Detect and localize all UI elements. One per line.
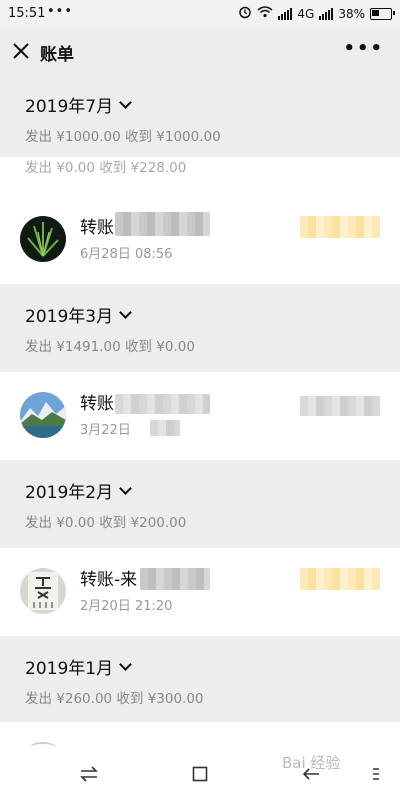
chevron-down-icon	[119, 482, 132, 495]
transaction-title: 转账	[80, 394, 114, 414]
status-indicators: 4G 38%	[238, 5, 395, 22]
redacted-name	[115, 394, 210, 414]
home-icon[interactable]	[192, 766, 208, 787]
close-icon[interactable]	[10, 40, 32, 62]
status-more-dots: •••	[47, 4, 74, 19]
signal-icon	[278, 7, 293, 20]
transaction-item[interactable]: 转账 3月22日	[0, 372, 400, 460]
month-summary: 发出 ¥0.00 收到 ¥200.00	[25, 515, 187, 531]
page-title: 账单	[40, 45, 74, 65]
transaction-date: 6月28日 08:56	[80, 247, 173, 262]
switch-icon[interactable]	[80, 766, 98, 787]
avatar	[20, 568, 66, 614]
redacted-name	[140, 568, 210, 590]
watermark-text: Bai 经验	[282, 754, 341, 772]
month-summary: 发出 ¥1000.00 收到 ¥1000.00	[25, 129, 221, 145]
month-label: 2019年1月	[25, 659, 114, 679]
redacted-amount	[300, 396, 380, 416]
redacted-amount	[300, 216, 380, 238]
status-bar: 15:51 ••• 4G 38%	[0, 0, 400, 28]
transaction-item[interactable]: 转账-来 2月20日 21:20	[0, 548, 400, 636]
month-section[interactable]: 2019年1月 发出 ¥260.00 收到 ¥300.00	[0, 636, 400, 722]
month-section[interactable]: 2019年3月 发出 ¥1491.00 收到 ¥0.00	[0, 284, 400, 372]
month-summary: 发出 ¥1491.00 收到 ¥0.00	[25, 339, 195, 355]
avatar	[20, 392, 66, 438]
chevron-down-icon	[119, 306, 132, 319]
month-label: 2019年7月	[25, 97, 114, 117]
month-selector[interactable]: 2019年3月	[25, 302, 132, 327]
month-selector[interactable]: 2019年7月	[25, 92, 132, 117]
redacted-name	[115, 212, 210, 236]
scrolled-summary-text: 发出 ¥0.00 收到 ¥228.00	[25, 160, 187, 176]
month-summary: 发出 ¥260.00 收到 ¥300.00	[25, 691, 204, 707]
month-selector[interactable]: 2019年1月	[25, 654, 132, 679]
menu-icon[interactable]	[372, 766, 380, 787]
avatar	[20, 216, 66, 262]
scrolled-summary-row: 发出 ¥0.00 收到 ¥228.00	[0, 157, 400, 196]
month-label: 2019年2月	[25, 483, 114, 503]
wifi-icon	[257, 6, 273, 21]
redacted-amount	[300, 568, 380, 590]
month-section[interactable]: 2019年2月 发出 ¥0.00 收到 ¥200.00	[0, 460, 400, 548]
transaction-title: 转账	[80, 218, 114, 238]
transaction-date: 3月22日	[80, 423, 131, 438]
transaction-item[interactable]: 转账 6月28日 08:56	[0, 196, 400, 284]
chevron-down-icon	[119, 96, 132, 109]
battery-percent: 38%	[338, 6, 365, 21]
transaction-title: 转账-来	[80, 570, 138, 590]
transaction-item-partial[interactable]	[0, 722, 400, 752]
transaction-date: 2月20日 21:20	[80, 599, 173, 614]
battery-icon	[370, 7, 395, 20]
more-options-button[interactable]: •••	[343, 38, 384, 59]
signal-icon-2	[319, 7, 334, 20]
status-time: 15:51	[8, 6, 46, 21]
redacted-date-part	[150, 420, 180, 436]
network-type: 4G	[297, 6, 315, 21]
month-label: 2019年3月	[25, 307, 114, 327]
chevron-down-icon	[119, 658, 132, 671]
month-selector[interactable]: 2019年2月	[25, 478, 132, 503]
alarm-icon	[238, 5, 252, 22]
month-section[interactable]: 2019年7月 发出 ¥1000.00 收到 ¥1000.00	[0, 74, 400, 157]
top-nav-bar: 账单 •••	[0, 28, 400, 74]
